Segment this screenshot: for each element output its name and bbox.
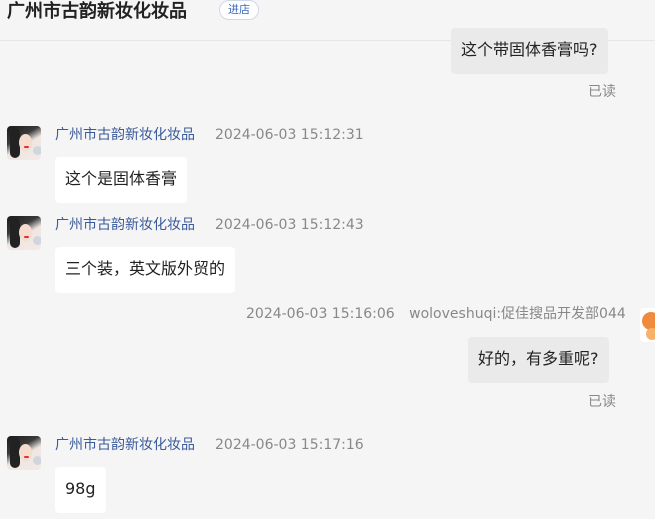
message-bubble-self: 这个带固体香膏吗?: [451, 28, 608, 74]
message-bubble-self: 好的，有多重呢?: [468, 337, 609, 383]
shop-name[interactable]: 广州市古韵新妆化妆品: [7, 1, 187, 23]
sender-name[interactable]: 广州市古韵新妆化妆品: [55, 126, 195, 144]
avatar[interactable]: [7, 216, 41, 250]
message-time: 2024-06-03 15:16:06: [246, 306, 395, 322]
self-message-meta: 2024-06-03 15:16:06 woloveshuqi:促佳搜品开发部0…: [246, 305, 626, 323]
message-bubble: 98g: [55, 467, 106, 513]
read-status: 已读: [588, 84, 616, 100]
message-time: 2024-06-03 15:12:43: [215, 217, 364, 233]
sender-name[interactable]: 广州市古韵新妆化妆品: [55, 216, 195, 234]
enter-store-button[interactable]: 进店: [219, 0, 259, 20]
message-bubble: 这个是固体香膏: [55, 157, 188, 203]
sender-name[interactable]: 广州市古韵新妆化妆品: [55, 436, 195, 454]
self-avatar[interactable]: [640, 308, 655, 342]
avatar[interactable]: [7, 126, 41, 160]
message-time: 2024-06-03 15:17:16: [215, 437, 364, 453]
read-status: 已读: [588, 394, 616, 410]
message-time: 2024-06-03 15:12:31: [215, 127, 364, 143]
avatar[interactable]: [7, 436, 41, 470]
sender-name: woloveshuqi:促佳搜品开发部044: [409, 306, 626, 322]
message-bubble: 三个装，英文版外贸的: [55, 247, 236, 293]
